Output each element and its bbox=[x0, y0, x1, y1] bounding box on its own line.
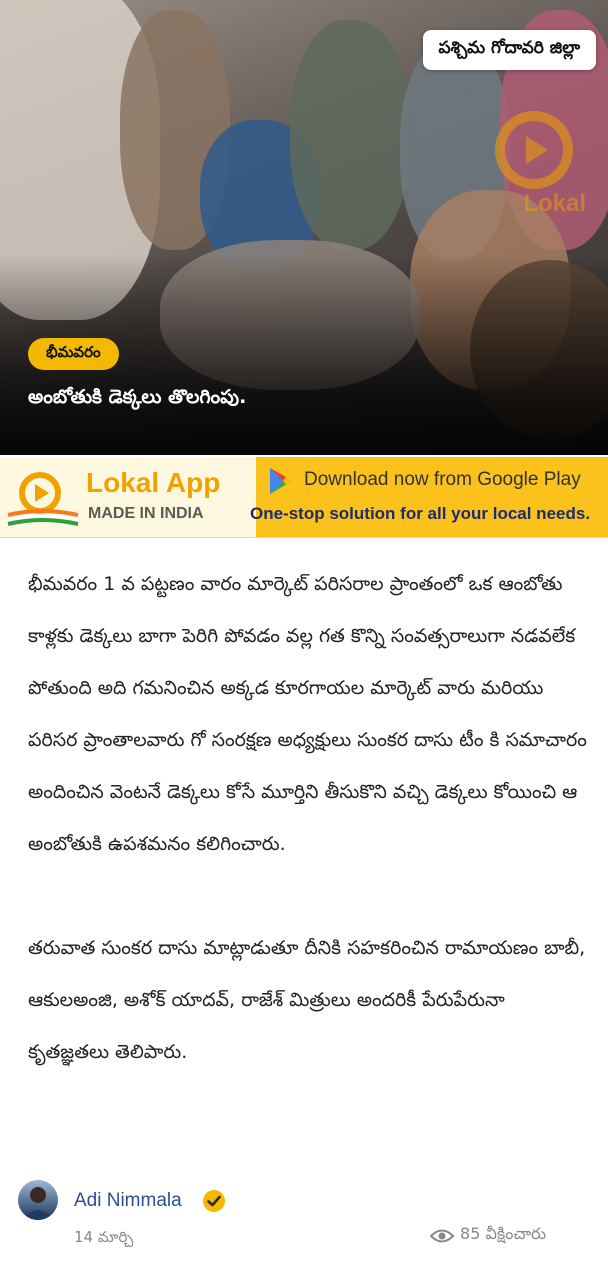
banner-brand-area: Lokal App MADE IN INDIA bbox=[0, 457, 256, 537]
banner-brand-name: Lokal App bbox=[86, 467, 221, 498]
banner-download-area[interactable]: Download now from Google Play One-stop s… bbox=[250, 457, 608, 537]
author-row[interactable]: Adi Nimmala 14 మార్చి 85 వీక్షించారు bbox=[18, 1180, 590, 1270]
banner-tagline: One-stop solution for all your local nee… bbox=[250, 504, 591, 523]
headline: అంబోతుకి డెక్కలు తొలగింపు. bbox=[28, 386, 247, 408]
article-paragraph: భీమవరం 1 వ పట్టణం వారం మార్కెట్ పరిసరాల … bbox=[28, 573, 587, 855]
author-name[interactable]: Adi Nimmala bbox=[74, 1190, 182, 1212]
article-paragraph: తరువాత సుంకర దాసు మాట్లాడుతూ దీనికి సహకర… bbox=[28, 937, 586, 1063]
banner-download-text[interactable]: Download now from Google Play bbox=[304, 469, 581, 491]
photo-crowd-shape bbox=[290, 20, 410, 250]
city-chip[interactable]: భీమవరం bbox=[28, 338, 119, 370]
person-icon bbox=[22, 1187, 54, 1220]
avatar[interactable] bbox=[18, 1180, 58, 1220]
app-download-banner[interactable]: Lokal App MADE IN INDIA Download now fro… bbox=[0, 457, 608, 538]
watermark-text: Lokal bbox=[523, 190, 586, 217]
district-tag[interactable]: పశ్చిమ గోదావరి జిల్లా bbox=[422, 30, 596, 70]
eye-icon bbox=[430, 1229, 455, 1242]
google-play-icon bbox=[270, 468, 292, 494]
view-count-label: 85 వీక్షించారు bbox=[460, 1224, 546, 1243]
verified-badge-icon bbox=[203, 1190, 225, 1212]
view-count: 85 వీక్షించారు bbox=[430, 1224, 546, 1247]
post-date: 14 మార్చి bbox=[74, 1228, 134, 1246]
banner-made-in-india: MADE IN INDIA bbox=[88, 505, 204, 522]
lokal-logo-icon bbox=[7, 472, 79, 526]
article-body: భీమవరం 1 వ పట్టణం వారం మార్కెట్ పరిసరాల … bbox=[28, 558, 588, 1078]
article-photo[interactable]: Lokal పశ్చిమ గోదావరి జిల్లా భీమవరం అంబోత… bbox=[0, 0, 608, 455]
